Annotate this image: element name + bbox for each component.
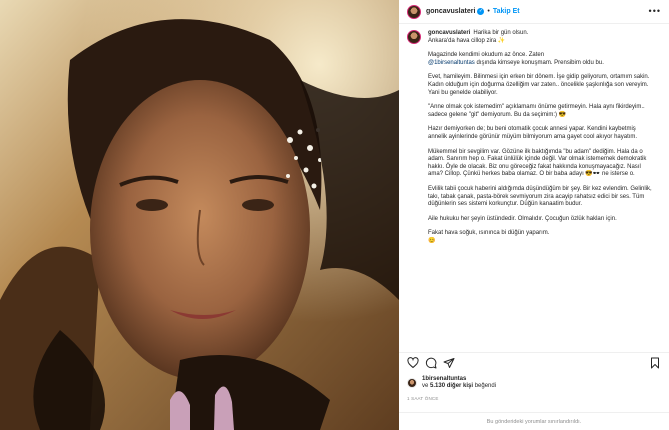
comment-icon[interactable] xyxy=(425,357,437,369)
caption-paragraph: Hazır demiyorken de; bu beni otomatik ço… xyxy=(428,126,638,140)
verified-icon: ✓ xyxy=(477,8,485,15)
caption-paragraph: Evet, hamileyim. Bilinmesi için erken bi… xyxy=(428,74,650,96)
post-timestamp[interactable]: 1 SAAT ÖNCE xyxy=(407,396,439,401)
comments-restricted-notice: Bu gönderideki yorumlar sınırlandırıldı. xyxy=(399,412,669,430)
liker-username[interactable]: 1birsenaltuntas xyxy=(422,376,466,382)
author-avatar[interactable] xyxy=(407,4,421,19)
caption-paragraph: dışında kimseye konuşmam. Prensibim oldu… xyxy=(474,59,604,66)
follow-button[interactable]: Takip Et xyxy=(493,8,520,15)
caption-paragraph: Evlilik tabii çocuk haberini aldığımda d… xyxy=(428,185,652,208)
caption-text: goncavuslateri Harika bir gün olsun. Anka… xyxy=(428,30,656,252)
share-icon[interactable] xyxy=(443,357,455,369)
heart-icon[interactable] xyxy=(407,357,419,369)
post-photo[interactable] xyxy=(0,0,399,430)
action-bar xyxy=(399,352,669,372)
caption-paragraph: Aile hukuku her şeyin üstündedir. Olmalı… xyxy=(428,215,617,222)
post-header: goncavuslateri ✓ • Takip Et ••• xyxy=(399,0,669,24)
caption-paragraph: Mükemmel bir sevgilim var. Gözüne ilk ba… xyxy=(428,148,647,178)
caption-paragraph: "Anne olmak çok istemedim" açıklamamı ön… xyxy=(428,104,645,118)
caption-paragraph: Fakat hava soğuk, ısınınca bi düğün yapa… xyxy=(428,230,550,244)
author-username[interactable]: goncavuslateri xyxy=(426,8,475,15)
likes-summary: 1birsenaltuntas ve 5.130 diğer kişi beğe… xyxy=(407,376,496,390)
portrait-image xyxy=(0,0,399,430)
post-panel: goncavuslateri ✓ • Takip Et ••• goncavus… xyxy=(399,0,669,430)
likes-count[interactable]: 5.130 diğer kişi xyxy=(430,383,473,389)
more-icon[interactable]: ••• xyxy=(649,6,661,16)
caption-paragraph: Magazinde kendimi okudum az önce. Zaten xyxy=(428,52,545,59)
caption-avatar[interactable] xyxy=(407,30,421,44)
separator-dot: • xyxy=(487,8,490,15)
caption-area: goncavuslateri Harika bir gün olsun. Anka… xyxy=(399,27,669,349)
bookmark-icon[interactable] xyxy=(649,357,661,369)
mention-link[interactable]: @1birsenaltuntas xyxy=(428,60,475,66)
likes-text: 1birsenaltuntas ve 5.130 diğer kişi beğe… xyxy=(422,376,497,389)
liker-avatar[interactable] xyxy=(407,378,417,388)
caption-username[interactable]: goncavuslateri xyxy=(428,30,470,36)
